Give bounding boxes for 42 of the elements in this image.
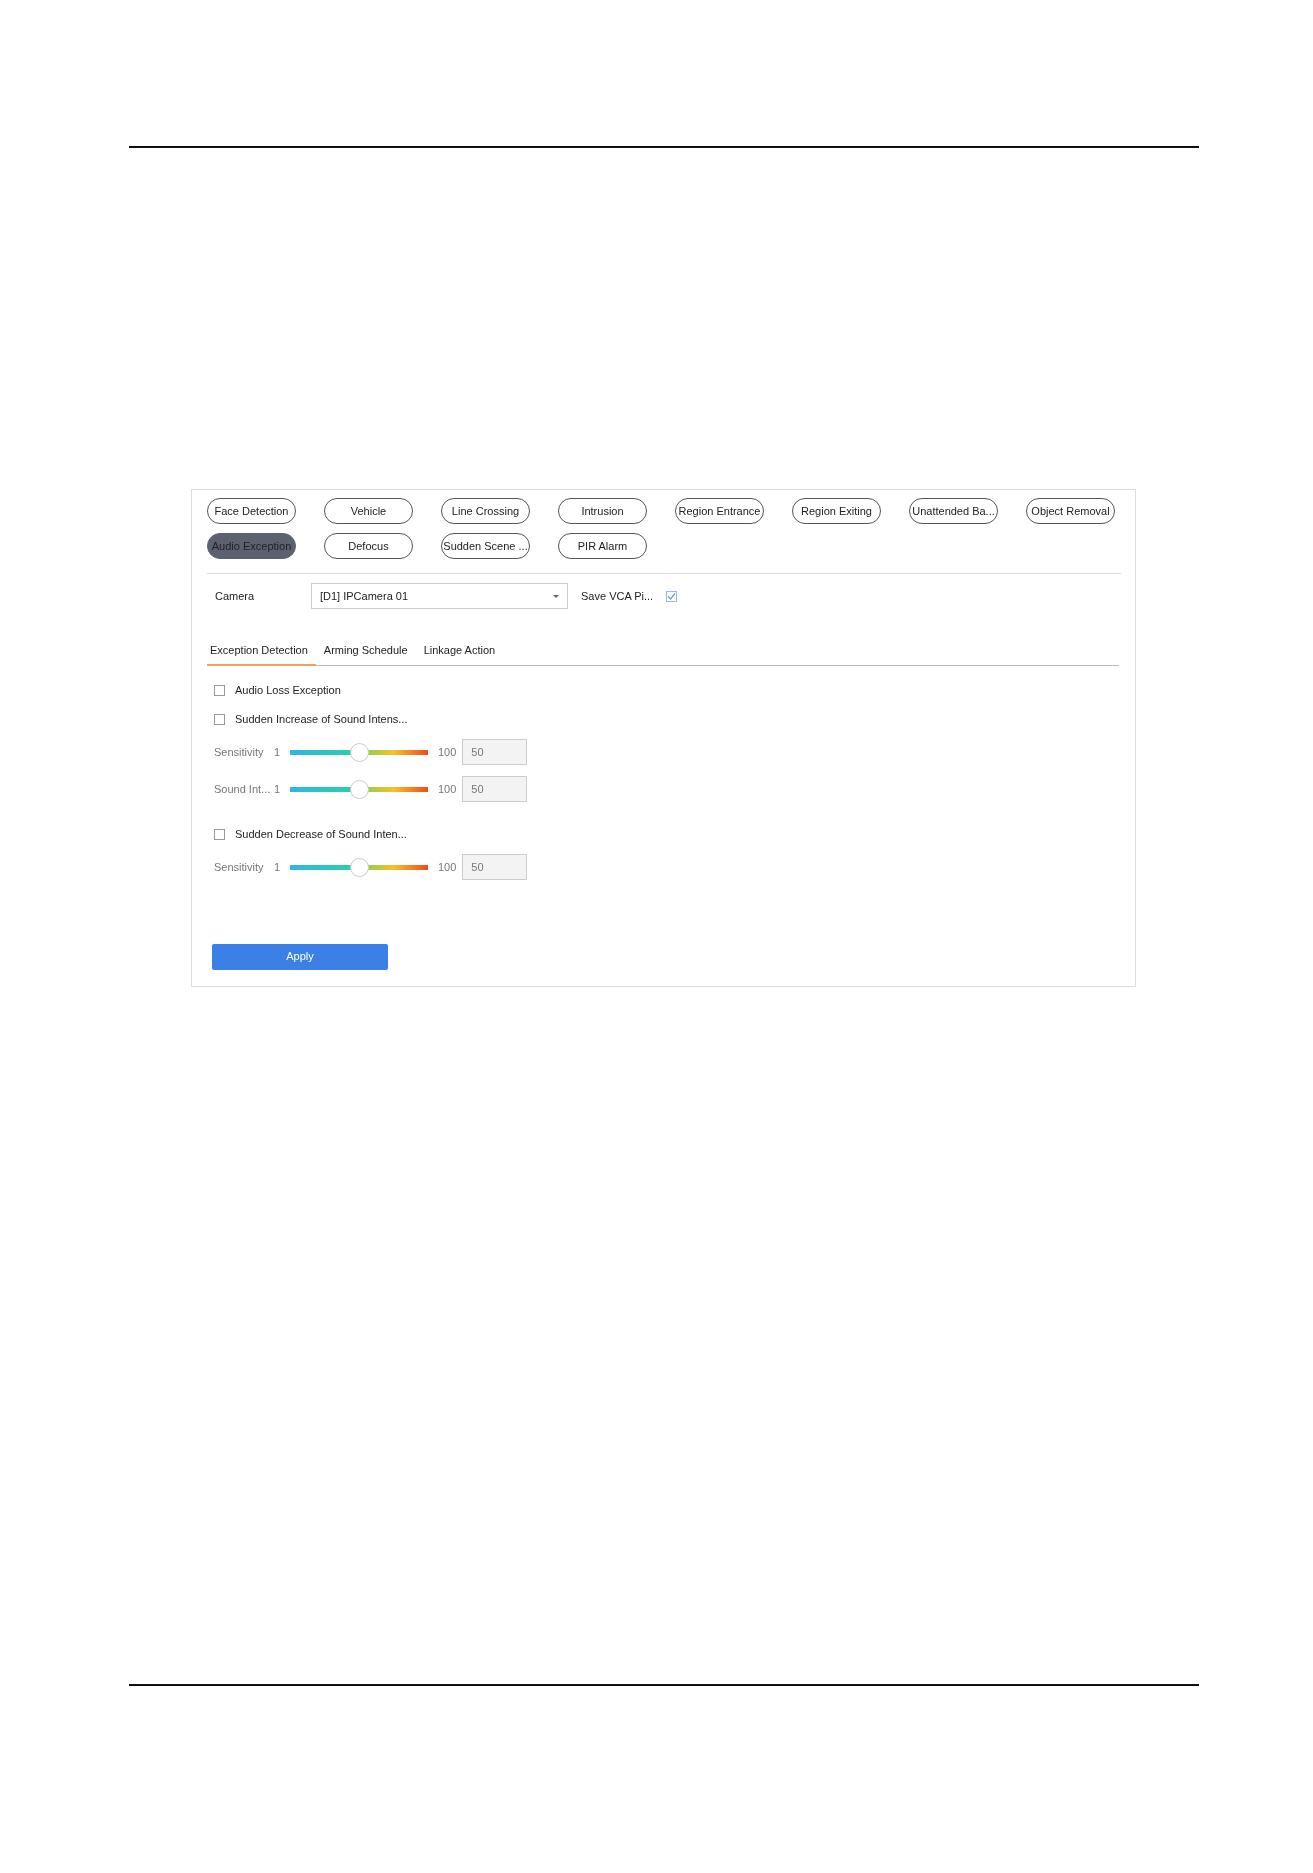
slider-min: 1 — [274, 744, 282, 760]
tab[interactable]: Arming Schedule — [315, 642, 416, 666]
slider-label: Sound Int... — [214, 781, 272, 797]
vca-type-button[interactable]: Line Crossing — [441, 498, 530, 524]
slider-label: Sensitivity — [214, 859, 265, 875]
checkbox[interactable] — [214, 713, 225, 725]
value-field[interactable]: 50 — [462, 854, 528, 880]
camera-dropdown[interactable]: [D1] IPCamera 01 — [311, 583, 568, 609]
apply-button[interactable]: Apply — [212, 943, 388, 970]
slider-min: 1 — [274, 781, 282, 797]
slider-label: Sensitivity — [214, 744, 265, 760]
vca-type-button[interactable]: Object Removal — [1026, 498, 1115, 524]
tab[interactable]: Exception Detection — [207, 642, 316, 666]
checkbox[interactable] — [214, 828, 225, 840]
value-field[interactable]: 50 — [462, 776, 528, 802]
slider-max: 100 — [438, 781, 457, 797]
vca-type-button[interactable]: PIR Alarm — [558, 533, 647, 559]
vca-type-button[interactable]: Intrusion — [558, 498, 647, 524]
value-field[interactable]: 50 — [462, 739, 528, 765]
option-label: Audio Loss Exception — [235, 682, 341, 698]
checkbox[interactable] — [666, 591, 677, 602]
vca-type-button[interactable]: Region Exiting — [792, 498, 881, 524]
vca-type-button[interactable]: Face Detection — [207, 498, 296, 524]
vca-type-button[interactable]: Vehicle — [324, 498, 413, 524]
camera-value: [D1] IPCamera 01 — [320, 588, 409, 604]
vca-type-button[interactable]: Unattended Ba... — [909, 498, 998, 524]
slider-thumb[interactable] — [350, 742, 369, 762]
slider-thumb[interactable] — [350, 779, 369, 799]
slider-max: 100 — [438, 859, 457, 875]
vca-type-button[interactable]: Sudden Scene ... — [441, 533, 530, 559]
checkbox[interactable] — [214, 684, 225, 696]
slider-min: 1 — [274, 859, 282, 875]
save-vca-label: Save VCA Pi... — [581, 588, 655, 604]
vca-type-button[interactable]: Defocus — [324, 533, 413, 559]
slider-max: 100 — [438, 744, 457, 760]
caret-icon — [553, 594, 559, 598]
option-label: Sudden Increase of Sound Intens... — [235, 711, 408, 727]
slider-thumb[interactable] — [350, 857, 369, 877]
tab[interactable]: Linkage Action — [415, 642, 504, 666]
vca-type-button[interactable]: Region Entrance — [675, 498, 764, 524]
camera-label: Camera — [215, 588, 256, 604]
option-label: Sudden Decrease of Sound Inten... — [235, 826, 407, 842]
